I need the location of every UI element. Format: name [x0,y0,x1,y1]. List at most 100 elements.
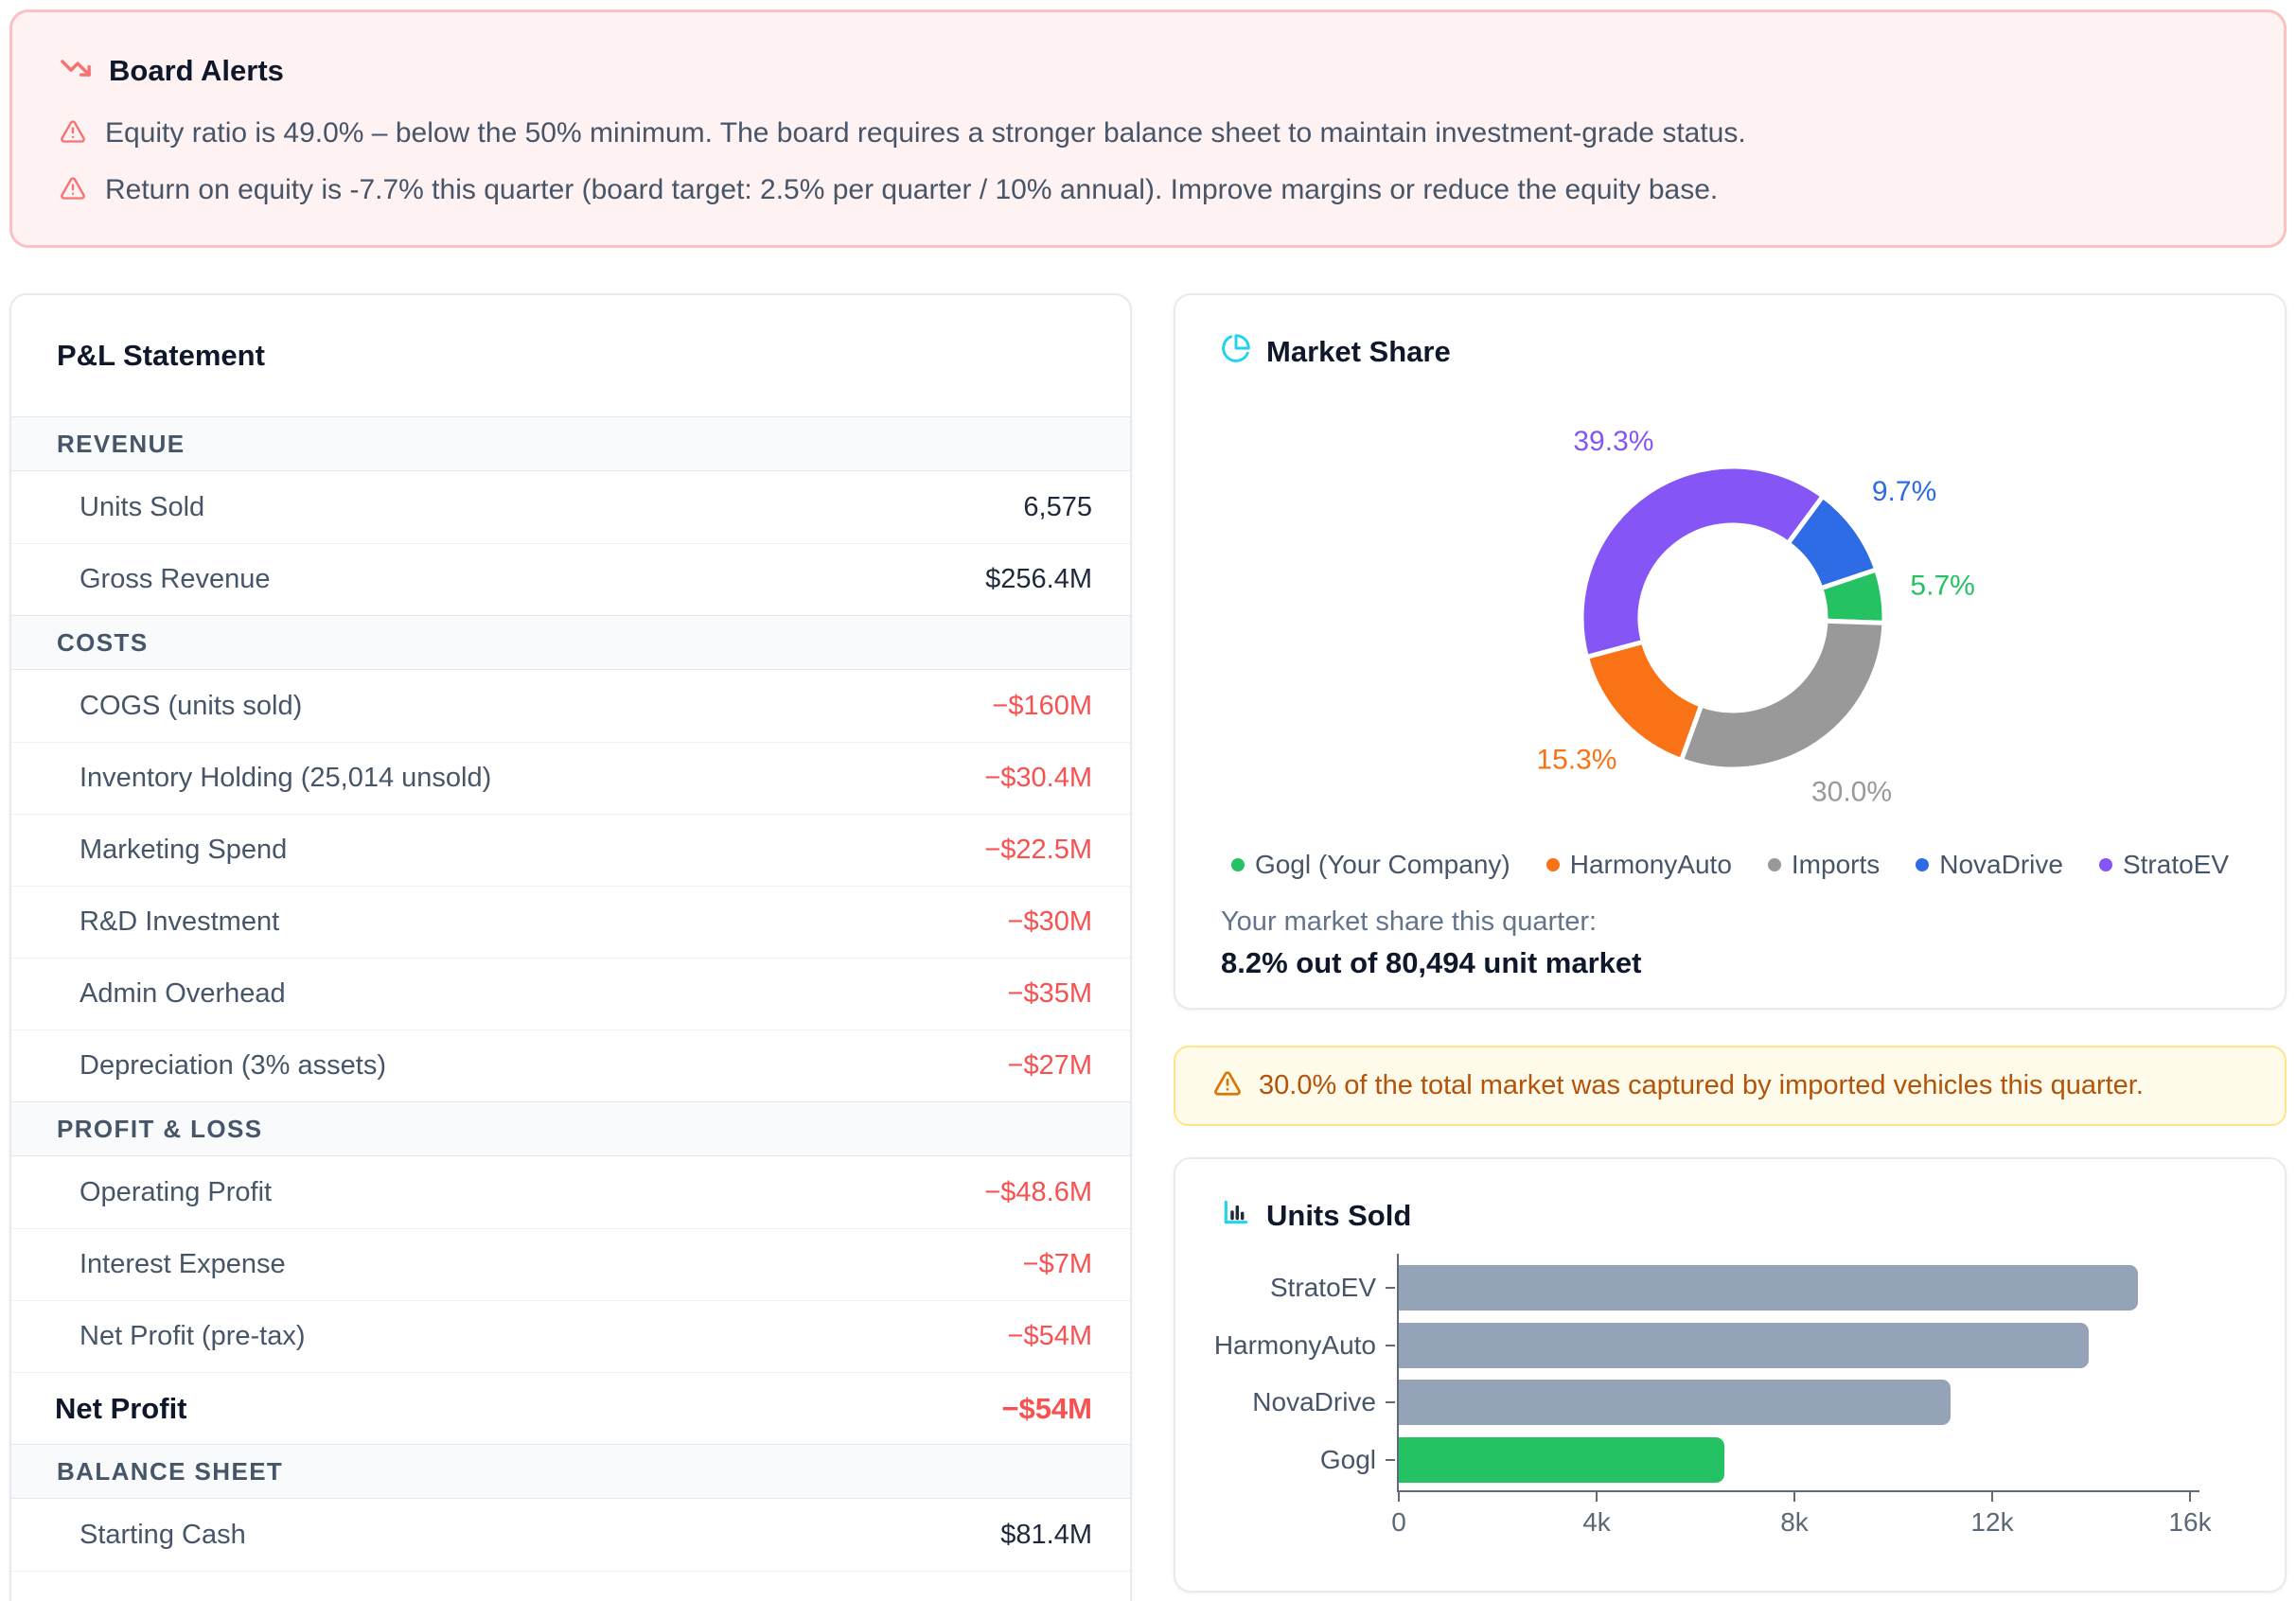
pnl-row: Interest Expense −$7M [11,1228,1130,1300]
pnl-row-value: −$54M [1008,1321,1092,1352]
board-alert-text: Return on equity is -7.7% this quarter (… [105,174,1718,206]
pnl-row: COGS (units sold)−$160M [11,670,1130,742]
pnl-row: Net Profit (pre-tax)−$54M [11,1300,1130,1372]
donut-slice-imports[interactable] [1681,621,1883,769]
pnl-section-header: BALANCE SHEET [11,1444,1130,1499]
pnl-row-label: Marketing Spend [79,835,287,866]
x-tick-mark [2189,1492,2191,1502]
legend-item-stratoev[interactable]: StratoEV [2099,850,2229,880]
bar-chart-icon [1221,1197,1251,1235]
legend-item-novadrive[interactable]: NovaDrive [1916,850,2063,880]
pnl-card-header: P&L Statement [11,295,1130,416]
market-share-note-value: 8.2% out of 80,494 unit market [1221,946,1641,980]
pnl-row-label: Admin Overhead [79,978,286,1010]
bar-stratoev[interactable] [1399,1265,2138,1311]
bar-gogl[interactable] [1399,1437,1724,1483]
units-sold-header: Units Sold [1221,1197,1411,1235]
donut-slice-label: 9.7% [1872,476,1936,507]
pnl-total-row: Net Profit−$54M [11,1372,1130,1444]
pnl-row: Gross Revenue$256.4M [11,543,1130,615]
pnl-rows: REVENUE Units Sold 6,575 Gross Revenue$256.… [11,416,1130,1601]
legend-dot [1231,858,1245,871]
pnl-row-value: −$7M [1023,1249,1092,1280]
bar-harmonyauto[interactable] [1399,1323,2089,1368]
legend-item-harmonyauto[interactable]: HarmonyAuto [1546,850,1732,880]
bar-category-label: Gogl [1175,1445,1376,1475]
right-column: Market Share 39.3% 9.7% 5.7% 30.0% 15.3% Gog… [1174,293,2287,1592]
units-sold-title: Units Sold [1266,1199,1411,1233]
import-warning-text: 30.0% of the total market was captured b… [1259,1070,2144,1101]
dashboard-columns: P&L Statement REVENUE Units Sold 6,575 Gros… [9,293,2287,1601]
pnl-row-label: Starting Cash [79,1520,246,1551]
board-alert-row: Equity ratio is 49.0% – below the 50% mi… [60,117,2236,150]
market-share-card: Market Share 39.3% 9.7% 5.7% 30.0% 15.3% Gog… [1174,293,2287,1010]
donut-slice-label: 39.3% [1573,426,1653,457]
donut-slice-stratoev[interactable] [1581,466,1823,657]
pnl-row-label: Net Profit [55,1392,187,1426]
pnl-row: R&D Investment −$30M [11,886,1130,958]
legend-item-gogl-your-company-[interactable]: Gogl (Your Company) [1231,850,1510,880]
market-share-donut-chart: 39.3% 9.7% 5.7% 30.0% 15.3% [1468,386,1998,840]
pnl-row-label: Interest Expense [79,1249,286,1280]
pnl-row-label: R&D Investment [79,906,279,938]
pnl-row: Marketing Spend −$22.5M [11,814,1130,886]
pnl-row-value: −$35M [1008,978,1092,1010]
pnl-row-label: Operating Profit [79,1177,272,1208]
board-alert-row: Return on equity is -7.7% this quarter (… [60,174,2236,206]
pnl-row-value: 6,575 [1023,492,1092,523]
pnl-section-header: COSTS [11,615,1130,670]
pnl-section-header: PROFIT & LOSS [11,1101,1130,1156]
bar-category-label: StratoEV [1175,1273,1376,1303]
x-tick-label: 12k [1970,1507,2013,1538]
legend-item-imports[interactable]: Imports [1768,850,1880,880]
pnl-row-label: Inventory Holding (25,014 unsold) [79,763,491,794]
donut-slice-label: 5.7% [1910,570,1974,601]
x-tick-label: 4k [1582,1507,1611,1538]
pnl-row-value: −$27M [1008,1050,1092,1082]
donut-slice-label: 15.3% [1536,744,1616,775]
pnl-row-label: COGS (units sold) [79,691,302,722]
bar-novadrive[interactable] [1399,1380,1951,1425]
x-tick-mark [1793,1492,1795,1502]
legend-label: StratoEV [2123,850,2229,880]
pnl-row: Units Sold 6,575 [11,471,1130,543]
pnl-row: Depreciation (3% assets)−$27M [11,1029,1130,1101]
board-alerts-title: Board Alerts [109,54,284,88]
alert-triangle-icon [60,118,86,150]
category-tick [1386,1345,1395,1346]
board-alert-text: Equity ratio is 49.0% – below the 50% mi… [105,117,1746,150]
legend-label: NovaDrive [1939,850,2063,880]
market-share-legend: Gogl (Your Company) HarmonyAuto Imports Nov… [1175,850,2285,880]
donut-slice-harmonyauto[interactable] [1586,642,1701,760]
market-share-title: Market Share [1266,335,1451,369]
warning-triangle-icon [1213,1069,1242,1102]
pnl-row-label: Units Sold [79,492,204,523]
market-share-note-label: Your market share this quarter: [1221,906,1597,938]
board-alerts-list: Equity ratio is 49.0% – below the 50% mi… [60,117,2236,206]
legend-dot [1768,858,1781,871]
pnl-row: Operating Profit −$48.6M [11,1156,1130,1228]
legend-label: HarmonyAuto [1570,850,1732,880]
legend-dot [1546,858,1560,871]
pnl-row-value: −$48.6M [984,1177,1092,1208]
donut-slice-label: 30.0% [1811,776,1892,807]
x-tick-mark [1596,1492,1598,1502]
market-share-header: Market Share [1221,333,1451,371]
x-axis-line [1397,1490,2199,1492]
category-tick [1386,1459,1395,1461]
x-tick-label: 16k [2168,1507,2211,1538]
pnl-row-value: −$22.5M [984,835,1092,866]
legend-dot [2099,858,2112,871]
pnl-row: Inventory Holding (25,014 unsold) −$30.4M [11,742,1130,814]
board-alerts-banner: Board Alerts Equity ratio is 49.0% – bel… [9,9,2287,248]
pnl-statement-card: P&L Statement REVENUE Units Sold 6,575 Gros… [9,293,1132,1601]
pnl-row-value: −$30M [1008,906,1092,938]
pnl-row-value: −$30.4M [984,763,1092,794]
pnl-row-label: Gross Revenue [79,564,271,595]
board-alerts-header: Board Alerts [60,52,2236,89]
pnl-clipped-row [11,1571,1130,1601]
category-tick [1386,1287,1395,1289]
pnl-section-header: REVENUE [11,416,1130,471]
pie-chart-icon [1221,333,1251,371]
x-tick-label: 0 [1391,1507,1406,1538]
